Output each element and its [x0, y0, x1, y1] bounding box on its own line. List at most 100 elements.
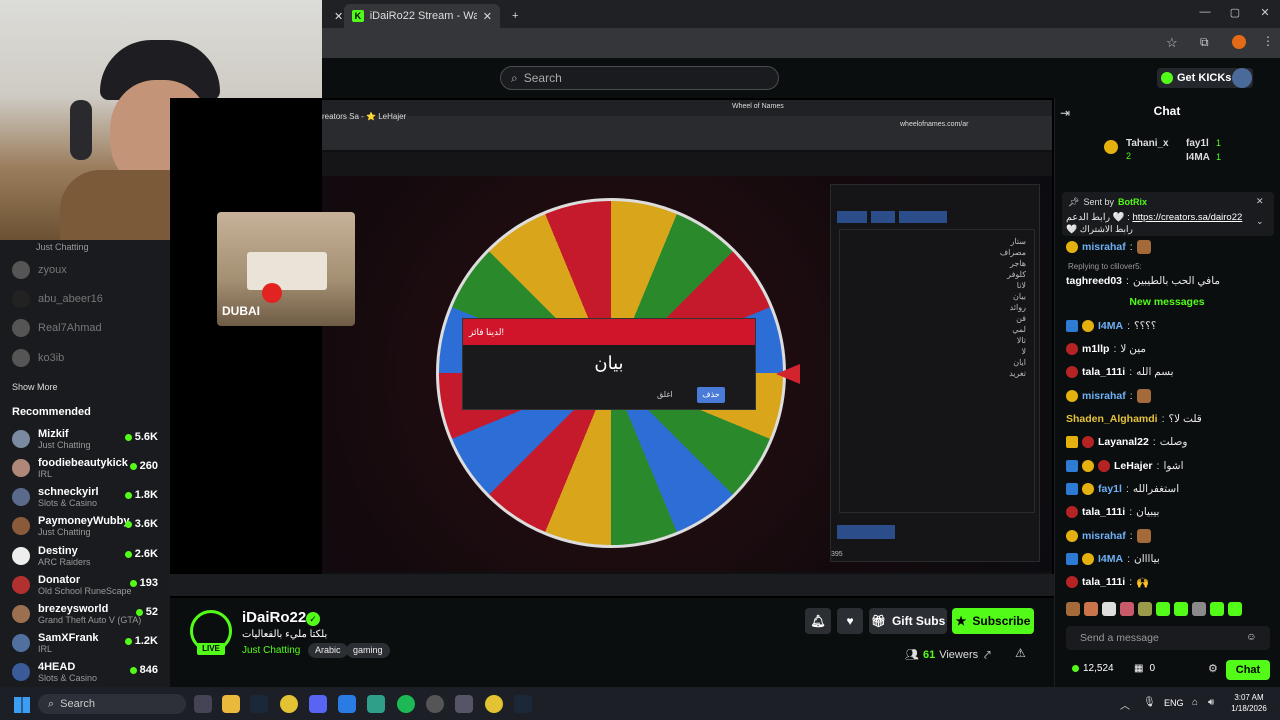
- channel-name[interactable]: iDaiRo22: [242, 609, 306, 626]
- pinned-link[interactable]: https://creators.sa/dairo22: [1132, 212, 1242, 223]
- chat-message[interactable]: Shaden_Alghamdi: قلت لا؟: [1066, 409, 1276, 429]
- chat-username[interactable]: Shaden_Alghamdi: [1066, 413, 1158, 425]
- share-icon[interactable]: ⤤: [984, 648, 991, 663]
- unpin-icon[interactable]: ✕: [1256, 196, 1264, 207]
- maximize-icon[interactable]: ▢: [1228, 6, 1242, 20]
- sidebar-item-mizkif[interactable]: Mizkif Just Chatting 5.6K: [12, 425, 162, 453]
- chat-username[interactable]: tala_111i: [1082, 366, 1125, 378]
- address-bar[interactable]: ☆ ⧉ ⋮: [322, 28, 1280, 58]
- chat-send-button[interactable]: Chat: [1226, 660, 1270, 680]
- chat-settings-gear-icon[interactable]: ⚙: [1208, 662, 1218, 675]
- chat-message[interactable]: tala_111i: بيبيان: [1066, 502, 1276, 522]
- top-gifter-name[interactable]: I4MA: [1186, 152, 1210, 163]
- sidebar-item-offline[interactable]: zyoux: [12, 256, 162, 284]
- tray-chevron-icon[interactable]: ︿: [1120, 697, 1130, 712]
- subscribe-button[interactable]: ★ Subscribe: [952, 608, 1034, 634]
- sidebar-item-donator[interactable]: Donator Old School RuneScape 193: [12, 571, 162, 599]
- steam-icon[interactable]: [250, 695, 268, 713]
- chat-message[interactable]: fay1l: استغفرالله: [1066, 479, 1276, 499]
- chevron-down-icon[interactable]: ⌄: [1256, 216, 1264, 227]
- browser-tab-active[interactable]: K iDaiRo22 Stream - Watch Live o ✕: [344, 4, 500, 28]
- chat-username[interactable]: misrahaf: [1082, 530, 1126, 542]
- emote-icon[interactable]: [1102, 602, 1116, 616]
- sidebar-item-offline[interactable]: ko3ib: [12, 344, 162, 372]
- emote-icon[interactable]: [1138, 602, 1152, 616]
- bookmark-star-icon[interactable]: ☆: [1166, 35, 1178, 51]
- chat-message[interactable]: LeHajer: اشوا: [1066, 456, 1276, 476]
- new-tab-button[interactable]: +: [504, 4, 526, 28]
- mic-icon[interactable]: 🎙︎: [1143, 697, 1156, 708]
- chat-message[interactable]: tala_111i: بسم الله: [1066, 362, 1276, 382]
- sidebar-item-foodiebeautykick[interactable]: foodiebeautykick IRL 260: [12, 454, 162, 482]
- notification-bell-button[interactable]: 🔔︎: [805, 608, 831, 634]
- emote-icon[interactable]: [1210, 602, 1224, 616]
- search-input[interactable]: ⌕ Search: [500, 66, 779, 90]
- chat-message[interactable]: I4MA: ؟؟؟؟: [1066, 316, 1276, 336]
- app-icon[interactable]: [338, 695, 356, 713]
- discord-icon[interactable]: [309, 695, 327, 713]
- taskbar-clock[interactable]: 3:07 AM 1/18/2026: [1224, 692, 1274, 714]
- emote-icon[interactable]: [1120, 602, 1134, 616]
- app-icon[interactable]: [455, 695, 473, 713]
- chat-message[interactable]: tala_111i: 🙌: [1066, 572, 1276, 592]
- taskbar-search[interactable]: ⌕ Search: [38, 694, 186, 714]
- sidebar-item-offline[interactable]: abu_abeer16: [12, 285, 162, 313]
- sidebar-item-offline[interactable]: Real7Ahmad: [12, 314, 162, 342]
- kicks-balance[interactable]: 12,524: [1072, 663, 1114, 674]
- chrome-icon[interactable]: [280, 695, 298, 713]
- chat-username[interactable]: I4MA: [1098, 320, 1123, 332]
- chat-username[interactable]: tala_111i: [1082, 576, 1125, 588]
- language-indicator[interactable]: ENG: [1164, 698, 1184, 708]
- sidebar-item-samxfrank[interactable]: SamXFrank IRL 1.2K: [12, 629, 162, 657]
- chat-username[interactable]: taghreed03: [1066, 275, 1122, 287]
- steam-icon[interactable]: [514, 695, 532, 713]
- windows-start-icon[interactable]: [14, 697, 30, 713]
- stream-category[interactable]: Just Chatting: [242, 645, 300, 656]
- chat-message[interactable]: misrahaf:: [1066, 386, 1276, 406]
- tab-close-icon[interactable]: ✕: [483, 10, 492, 23]
- chat-message-input[interactable]: Send a message ☺: [1066, 626, 1270, 650]
- tag-gaming[interactable]: gaming: [346, 643, 390, 658]
- chat-username[interactable]: Layanal22: [1098, 436, 1149, 448]
- follow-button[interactable]: ♥: [837, 608, 863, 634]
- emote-icon[interactable]: [1084, 602, 1098, 616]
- top-gifter-name[interactable]: Tahani_x: [1126, 138, 1169, 149]
- chat-username[interactable]: m1llp: [1082, 343, 1109, 355]
- chat-message[interactable]: misrahaf:: [1066, 526, 1276, 546]
- browser-menu-icon[interactable]: ⋮: [1262, 34, 1274, 48]
- sidebar-item-schneckyirl[interactable]: schneckyirl Slots & Casino 1.8K: [12, 483, 162, 511]
- profile-avatar-icon[interactable]: [1232, 35, 1246, 49]
- chat-message[interactable]: misrahaf:: [1066, 237, 1276, 257]
- report-icon[interactable]: ⚠: [1015, 646, 1026, 660]
- emote-icon[interactable]: [1174, 602, 1188, 616]
- sidebar-item-brezeysworld[interactable]: brezeysworld Grand Theft Auto V (GTA) 52: [12, 600, 162, 628]
- emote-icon[interactable]: [1066, 602, 1080, 616]
- chat-username[interactable]: misrahaf: [1082, 390, 1126, 402]
- file-explorer-icon[interactable]: [222, 695, 240, 713]
- emoji-icon[interactable]: ☺: [1246, 631, 1257, 643]
- volume-icon[interactable]: 🔊︎: [1208, 697, 1214, 708]
- chat-message[interactable]: Layanal22: وصلت: [1066, 432, 1276, 452]
- spotify-icon[interactable]: [397, 695, 415, 713]
- app-icon[interactable]: [367, 695, 385, 713]
- chat-username[interactable]: fay1l: [1098, 483, 1122, 495]
- minimize-icon[interactable]: —: [1198, 6, 1212, 20]
- chat-message[interactable]: taghreed03: مافي الحب بالطيبين: [1066, 271, 1276, 291]
- chat-username[interactable]: misrahaf: [1082, 241, 1126, 253]
- chat-message[interactable]: I4MA: بياااان: [1066, 549, 1276, 569]
- sidebar-item-4head[interactable]: 4HEAD Slots & Casino 846: [12, 658, 162, 686]
- emote-icon[interactable]: [1156, 602, 1170, 616]
- emote-icon[interactable]: [1192, 602, 1206, 616]
- show-more-link[interactable]: Show More: [12, 382, 58, 392]
- emote-icon[interactable]: [1228, 602, 1242, 616]
- sidebar-item-destiny[interactable]: Destiny ARC Raiders 2.6K: [12, 542, 162, 570]
- sidebar-item-paymoneywubby[interactable]: PaymoneyWubby Just Chatting 3.6K: [12, 512, 162, 540]
- gift-subs-button[interactable]: 🎁︎ Gift Subs: [869, 608, 947, 634]
- top-gifter-name[interactable]: fay1l: [1186, 138, 1209, 149]
- channel-points[interactable]: ▦ 0: [1134, 663, 1155, 674]
- chat-username[interactable]: LeHajer: [1114, 460, 1153, 472]
- user-avatar[interactable]: [1232, 68, 1252, 88]
- obs-icon[interactable]: [426, 695, 444, 713]
- network-icon[interactable]: ⌂: [1192, 697, 1198, 708]
- extensions-icon[interactable]: ⧉: [1200, 35, 1209, 50]
